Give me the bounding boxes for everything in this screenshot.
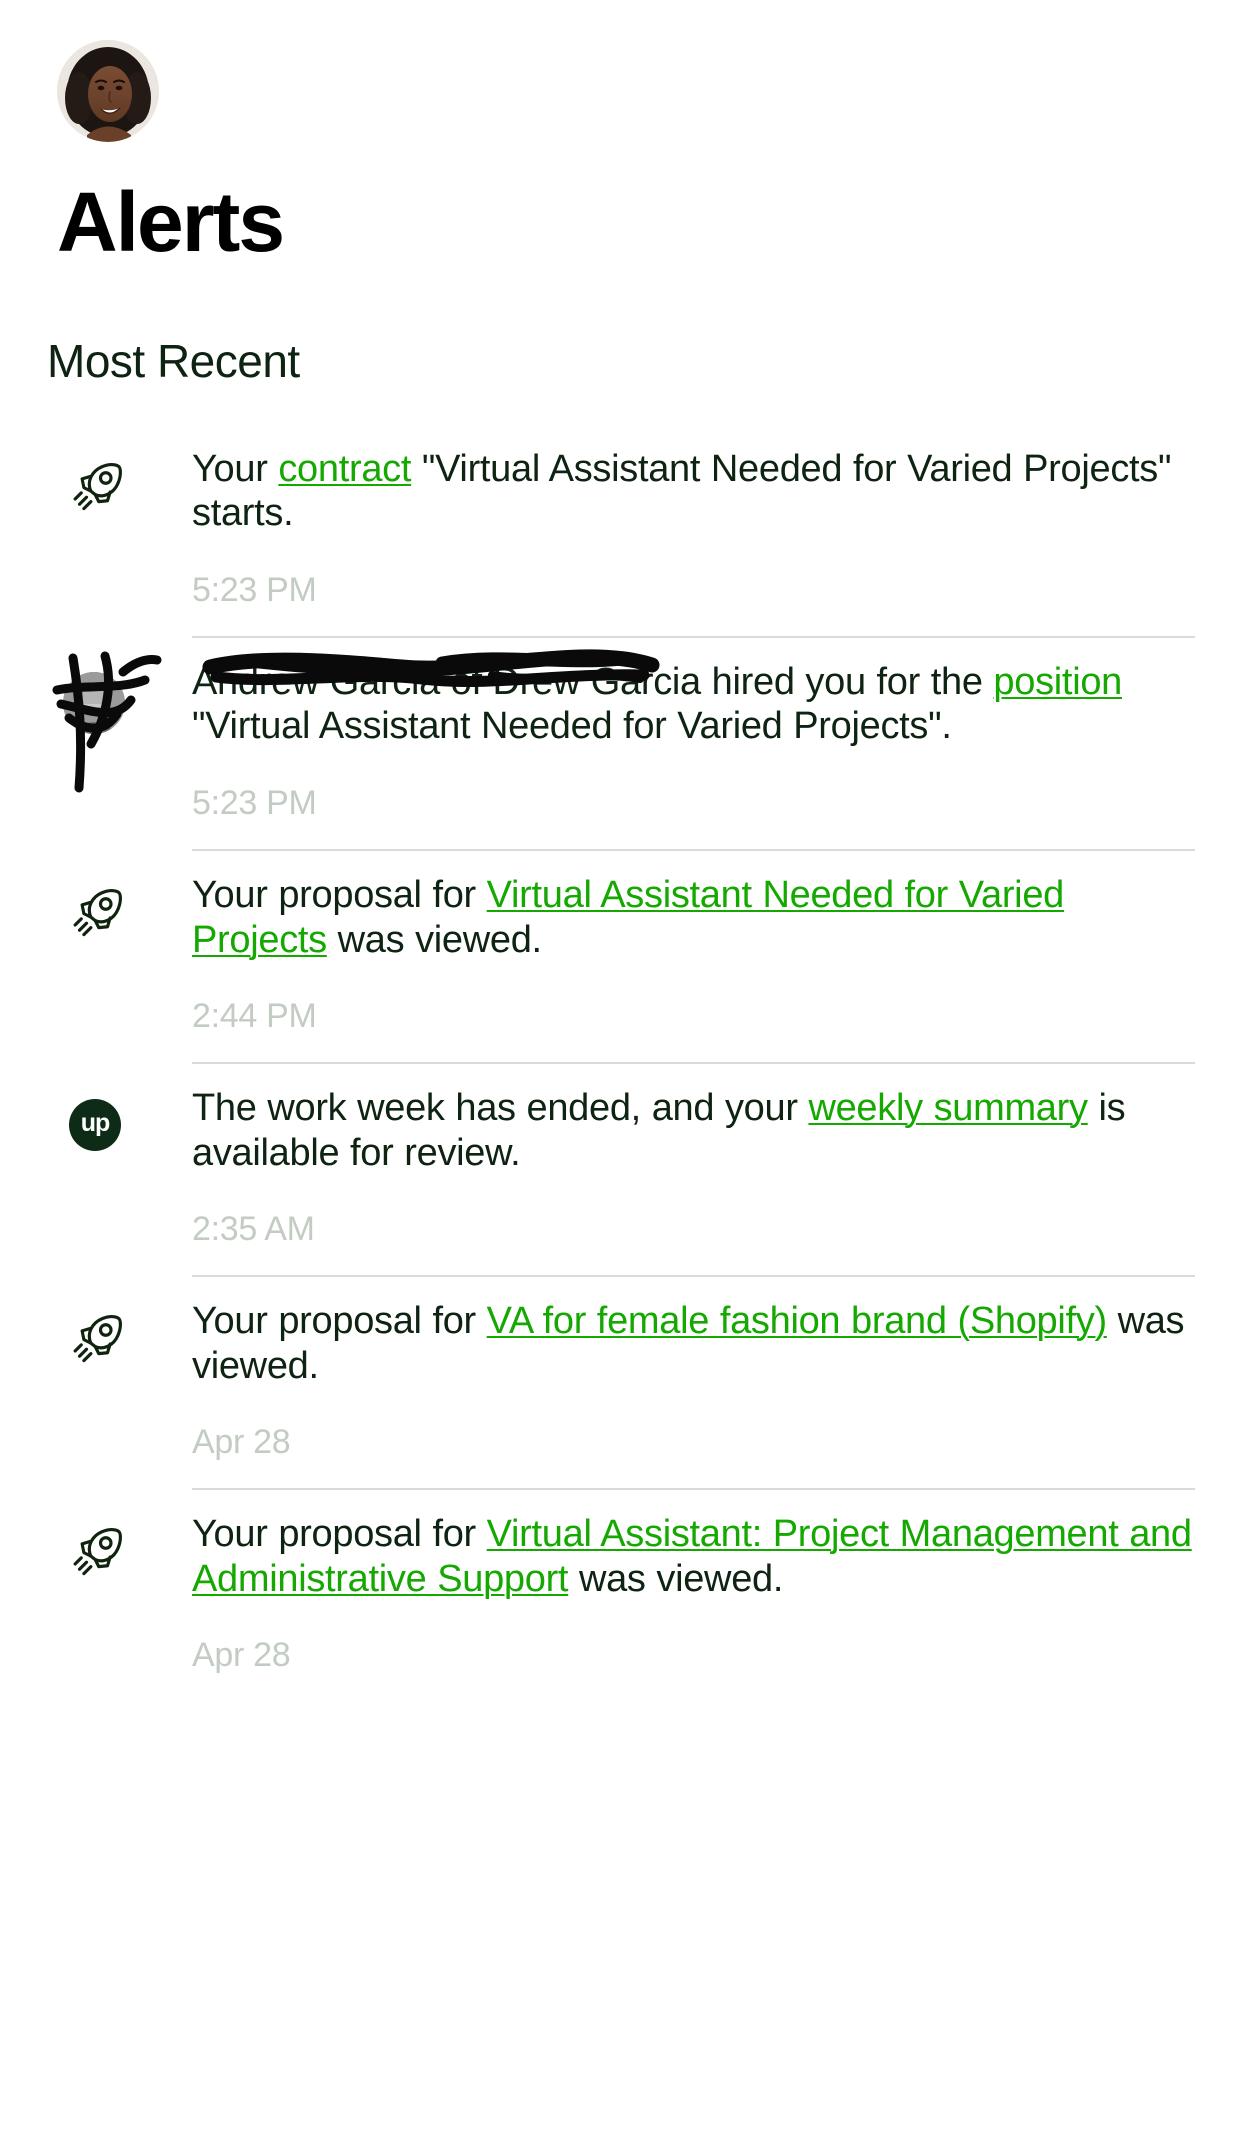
- alert-body: Your contract "Virtual Assistant Needed …: [192, 445, 1195, 610]
- alert-message: Andrew Garcia of Drew Garcia hired you f…: [192, 648, 1195, 750]
- alert-icon-cell: [47, 445, 192, 513]
- alert-message: Your proposal for Virtual Assistant: Pro…: [192, 1512, 1195, 1602]
- alert-text-segment: "Virtual Assistant Needed for Varied Pro…: [192, 705, 952, 748]
- redacted-name: Andrew Garcia of Drew Garcia: [192, 648, 701, 703]
- alert-icon-cell: [47, 871, 192, 939]
- alert-row[interactable]: Your contract "Virtual Assistant Needed …: [47, 423, 1195, 636]
- alert-text-segment: Your: [192, 447, 279, 490]
- alert-icon-cell: [47, 651, 192, 793]
- alerts-page: Alerts Most Recent Your contract "Virtua…: [0, 0, 1242, 2147]
- redacted-name-text: Andrew Garcia of Drew Garcia: [192, 660, 701, 703]
- alert-body: The work week has ended, and your weekly…: [192, 1084, 1195, 1249]
- client-avatar-photo: [63, 671, 125, 734]
- alert-row[interactable]: up The work week has ended, and your week…: [47, 1061, 1195, 1275]
- alert-timestamp: 5:23 PM: [192, 784, 317, 823]
- alert-message: Your proposal for VA for female fashion …: [192, 1299, 1195, 1389]
- rocket-icon: [69, 1309, 125, 1365]
- rocket-icon: [69, 1522, 125, 1578]
- person-avatar-icon: [52, 651, 162, 793]
- alert-icon-cell: [47, 1297, 192, 1365]
- alert-body: Your proposal for VA for female fashion …: [192, 1297, 1195, 1462]
- avatar[interactable]: [57, 40, 159, 142]
- alert-text-segment: Your proposal for: [192, 1299, 487, 1342]
- alert-text-segment: was viewed.: [568, 1557, 784, 1600]
- page-title: Alerts: [57, 175, 285, 269]
- upwork-logo-label: up: [80, 1109, 111, 1138]
- alert-timestamp: 2:44 PM: [192, 997, 317, 1036]
- alert-row[interactable]: Your proposal for VA for female fashion …: [47, 1274, 1195, 1488]
- alert-body: Your proposal for Virtual Assistant: Pro…: [192, 1510, 1195, 1675]
- alert-text-segment: Your proposal for: [192, 873, 487, 916]
- alert-body: Andrew Garcia of Drew Garcia hired you f…: [192, 648, 1195, 823]
- page-header: Alerts: [0, 0, 1242, 264]
- alert-timestamp: Apr 28: [192, 1636, 291, 1675]
- avatar-photo: [57, 40, 159, 142]
- alert-text-segment: hired you for the: [700, 660, 994, 703]
- alert-icon-cell: [47, 1510, 192, 1578]
- alert-link[interactable]: VA for female fashion brand (Shopify): [487, 1300, 1107, 1342]
- alert-link[interactable]: position: [993, 661, 1122, 703]
- alert-text-segment: Your proposal for: [192, 1512, 487, 1555]
- alert-icon-cell: up: [47, 1084, 192, 1151]
- alert-text-segment: The work week has ended, and your: [192, 1086, 809, 1129]
- rocket-icon: [69, 883, 125, 939]
- alert-message: Your proposal for Virtual Assistant Need…: [192, 873, 1195, 963]
- rocket-icon: [69, 457, 125, 513]
- alert-link[interactable]: contract: [278, 448, 411, 490]
- alerts-list: Your contract "Virtual Assistant Needed …: [0, 423, 1242, 1701]
- alert-message: The work week has ended, and your weekly…: [192, 1086, 1195, 1176]
- alert-timestamp: 5:23 PM: [192, 571, 317, 610]
- alert-row[interactable]: Your proposal for Virtual Assistant: Pro…: [47, 1487, 1195, 1701]
- alert-link[interactable]: weekly summary: [808, 1087, 1088, 1129]
- alert-message: Your contract "Virtual Assistant Needed …: [192, 447, 1195, 537]
- upwork-logo-icon: up: [69, 1098, 121, 1151]
- alert-row[interactable]: Your proposal for Virtual Assistant Need…: [47, 848, 1195, 1062]
- alert-row[interactable]: Andrew Garcia of Drew Garcia hired you f…: [47, 635, 1195, 849]
- alert-timestamp: 2:35 AM: [192, 1210, 315, 1249]
- section-title-most-recent: Most Recent: [47, 335, 300, 387]
- alert-body: Your proposal for Virtual Assistant Need…: [192, 871, 1195, 1036]
- alert-text-segment: was viewed.: [326, 918, 542, 961]
- alert-timestamp: Apr 28: [192, 1423, 291, 1462]
